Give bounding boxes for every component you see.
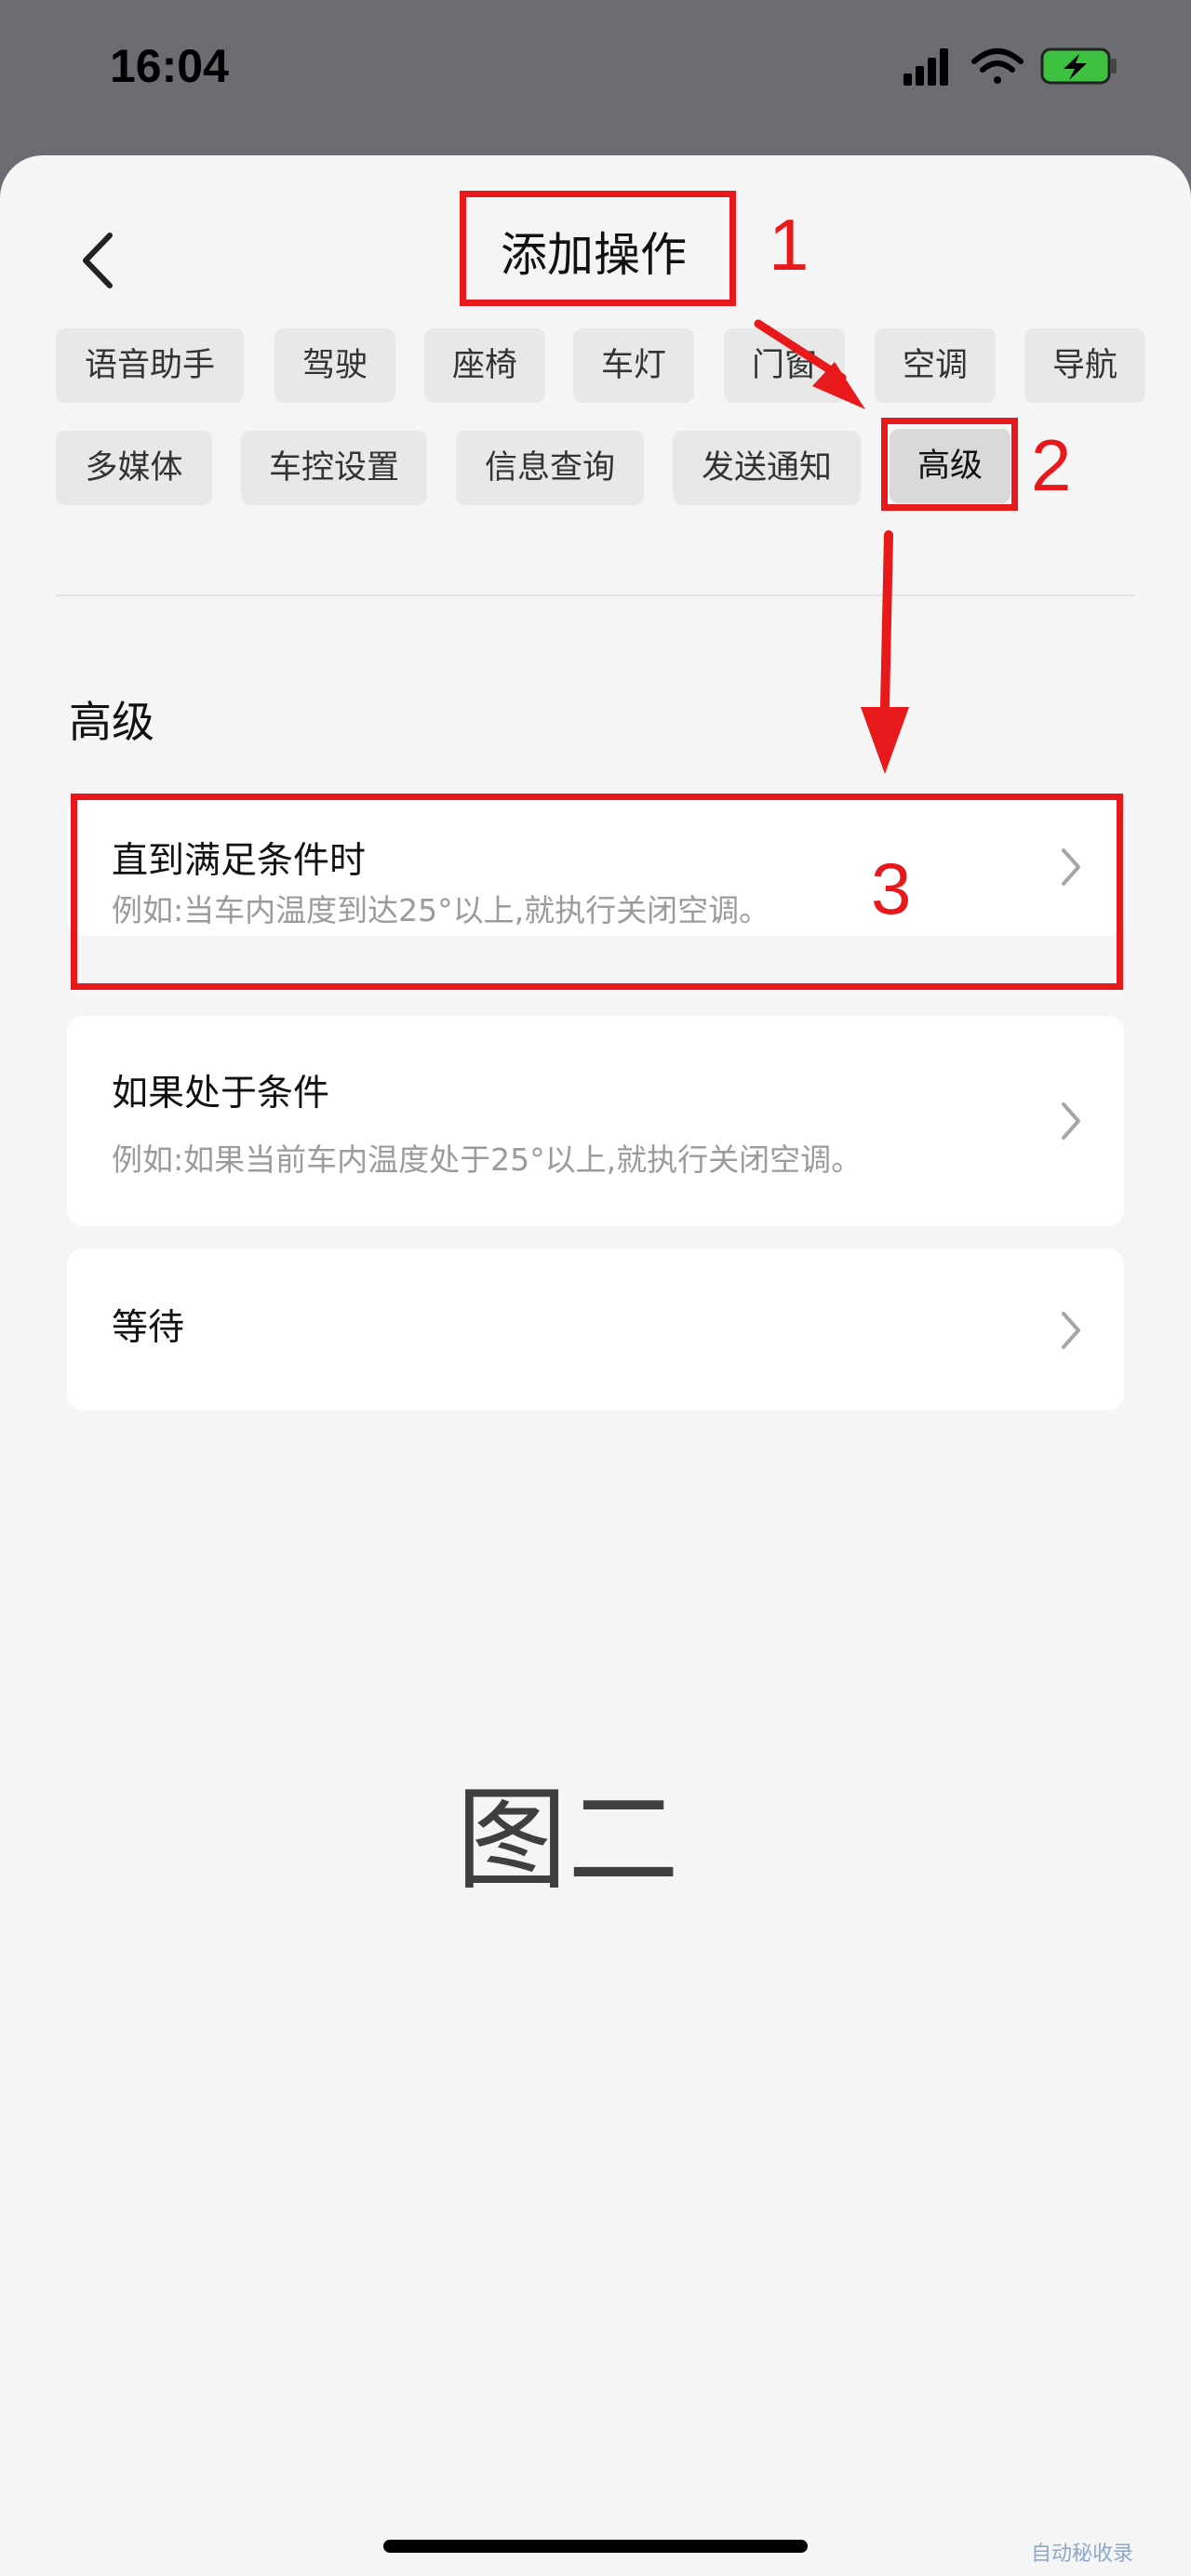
annotation-box-advanced [881, 418, 1018, 511]
status-icons [898, 43, 1121, 89]
chip-info-query[interactable]: 信息查询 [456, 431, 644, 505]
chevron-right-icon [1062, 1312, 1080, 1349]
option-wait[interactable]: 等待 [67, 1248, 1124, 1410]
chip-multimedia[interactable]: 多媒体 [56, 431, 212, 505]
cellular-signal-icon [903, 48, 948, 86]
chip-seat[interactable]: 座椅 [424, 328, 545, 403]
annotation-number-1: 1 [769, 204, 810, 286]
chevron-right-icon [1062, 1102, 1080, 1140]
chip-vehicle-control-settings[interactable]: 车控设置 [241, 431, 427, 505]
wifi-icon [971, 48, 1024, 84]
chip-voice-assistant[interactable]: 语音助手 [56, 328, 244, 403]
option-title: 等待 [112, 1307, 185, 1349]
back-button[interactable] [76, 228, 123, 293]
chip-air-conditioning[interactable]: 空调 [875, 328, 996, 403]
section-heading: 高级 [69, 697, 154, 747]
option-if-in-condition[interactable]: 如果处于条件 例如:如果当前车内温度处于25°以上,就执行关闭空调。 [67, 1016, 1124, 1226]
annotation-number-2: 2 [1031, 424, 1072, 506]
annotation-number-3: 3 [871, 848, 912, 929]
chip-navigation[interactable]: 导航 [1024, 328, 1145, 403]
battery-charging-icon [1040, 47, 1117, 85]
annotation-box-first-option [71, 794, 1123, 990]
figure-caption: 图二 [456, 1776, 679, 1905]
annotation-box-title [460, 191, 736, 306]
chip-doors-windows[interactable]: 门窗 [724, 328, 845, 403]
chip-lights[interactable]: 车灯 [573, 328, 694, 403]
chevron-left-icon [83, 233, 113, 288]
option-description: 例如:如果当前车内温度处于25°以上,就执行关闭空调。 [112, 1141, 863, 1178]
option-title: 如果处于条件 [112, 1073, 330, 1114]
chip-send-notification[interactable]: 发送通知 [673, 431, 861, 505]
status-time: 16:04 [110, 40, 229, 92]
divider [56, 594, 1135, 596]
watermark: 自动秘收录 [1031, 2543, 1134, 2566]
home-indicator [383, 2540, 808, 2553]
chip-driving[interactable]: 驾驶 [274, 328, 395, 403]
